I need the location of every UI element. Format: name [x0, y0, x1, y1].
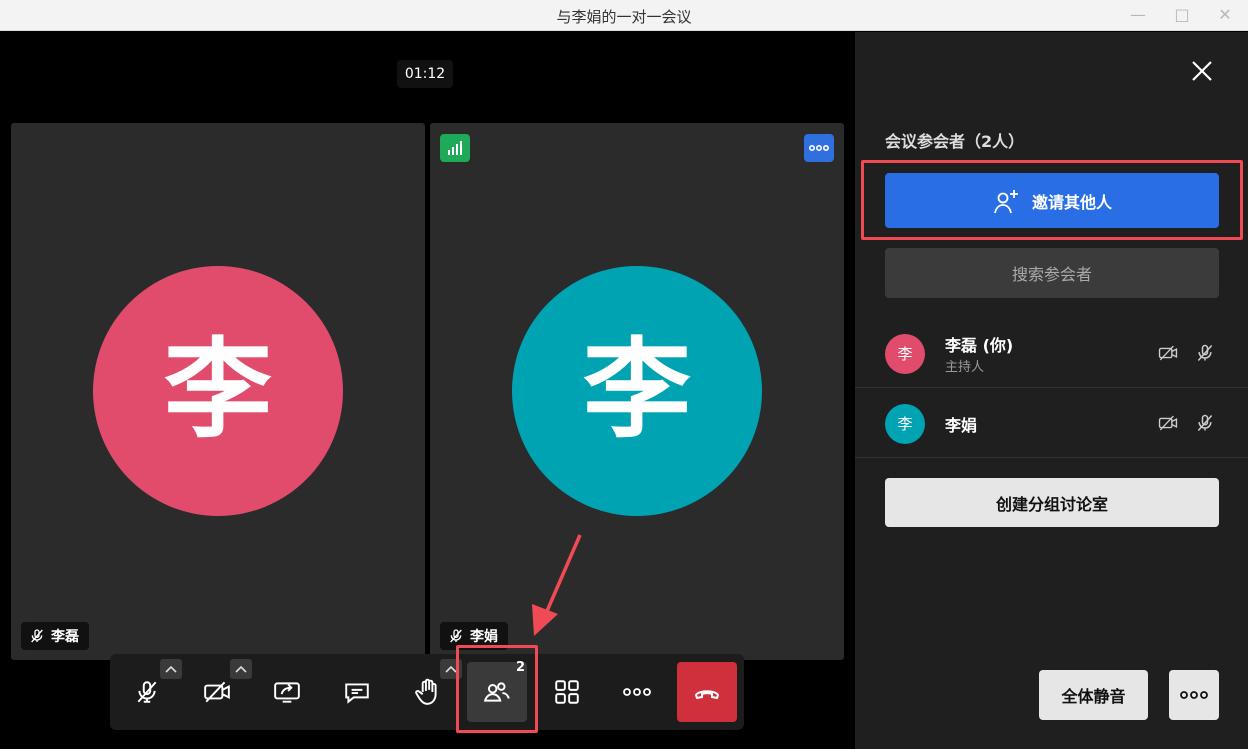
window-titlebar: 与李娟的一对一会议 — □ ✕	[0, 0, 1248, 31]
signal-strength-icon[interactable]	[440, 134, 470, 162]
panel-more-button[interactable]	[1169, 670, 1219, 720]
avatar: 李	[512, 266, 762, 516]
participant-name: 李磊	[51, 629, 79, 645]
search-participants-button[interactable]: 搜索参会者	[885, 248, 1219, 298]
participants-panel: 会议参会者（2人） 邀请其他人 搜索参会者 李 李磊 (你) 主持人 李 李娟 …	[855, 32, 1248, 749]
hang-up-button[interactable]	[677, 662, 737, 722]
mic-muted-icon[interactable]	[1195, 413, 1215, 433]
video-tile-remote[interactable]: 李 李娟	[430, 123, 844, 660]
participant-role: 主持人	[945, 360, 985, 375]
create-breakout-room-button[interactable]: 创建分组讨论室	[885, 478, 1219, 527]
camera-off-icon[interactable]	[1158, 413, 1178, 433]
tile-more-icon[interactable]	[804, 134, 834, 162]
panel-title: 会议参会者（2人）	[885, 132, 1025, 151]
mute-all-button[interactable]: 全体静音	[1039, 670, 1148, 720]
share-screen-button[interactable]	[257, 662, 317, 722]
avatar: 李	[93, 266, 343, 516]
name-tag: 李娟	[440, 622, 508, 650]
participant-row[interactable]: 李 李娟	[855, 388, 1248, 458]
close-window-button[interactable]: ✕	[1214, 4, 1236, 26]
video-tile-self[interactable]: 李 李磊	[11, 123, 425, 660]
participant-name: 李娟	[470, 629, 498, 645]
more-icon	[623, 688, 651, 696]
camera-off-icon	[204, 681, 230, 703]
meeting-toolbar: 2	[110, 654, 744, 730]
raise-hand-icon	[415, 678, 437, 705]
chat-button[interactable]	[327, 662, 387, 722]
participants-icon	[483, 682, 510, 702]
camera-off-icon[interactable]	[1158, 343, 1178, 363]
maximize-button[interactable]: □	[1171, 4, 1193, 26]
close-icon[interactable]	[1189, 58, 1215, 84]
participants-count-badge: 2	[515, 660, 525, 675]
minimize-button[interactable]: —	[1127, 4, 1149, 26]
arrow-annotation-icon	[532, 534, 582, 636]
participant-avatar: 李	[885, 334, 925, 374]
meeting-stage: 01:12 李 李磊 李 李娟 2	[0, 32, 855, 749]
share-screen-icon	[274, 682, 300, 703]
mic-toggle-button[interactable]	[117, 662, 177, 722]
raise-hand-button[interactable]	[397, 662, 457, 722]
invite-button[interactable]: 邀请其他人	[885, 173, 1219, 228]
camera-toggle-button[interactable]	[187, 662, 247, 722]
participant-name: 李娟	[945, 416, 978, 435]
chat-icon	[345, 683, 369, 704]
add-user-icon	[994, 189, 1018, 213]
participant-row[interactable]: 李 李磊 (你) 主持人	[855, 318, 1248, 388]
name-tag: 李磊	[21, 622, 89, 650]
participant-name: 李磊 (你)	[945, 336, 1014, 355]
more-icon	[1180, 691, 1208, 699]
layout-grid-icon	[555, 680, 579, 704]
participant-avatar: 李	[885, 404, 925, 444]
mic-muted-icon	[137, 681, 157, 703]
layout-button[interactable]	[537, 662, 597, 722]
hang-up-icon	[694, 690, 720, 700]
mic-muted-icon[interactable]	[1195, 343, 1215, 363]
more-options-button[interactable]	[607, 662, 667, 722]
invite-label: 邀请其他人	[1031, 192, 1112, 212]
window-title: 与李娟的一对一会议	[556, 8, 692, 26]
mic-muted-icon	[31, 629, 43, 643]
participants-button[interactable]: 2	[467, 660, 527, 722]
mic-muted-icon	[450, 629, 462, 643]
meeting-timer: 01:12	[397, 60, 453, 88]
